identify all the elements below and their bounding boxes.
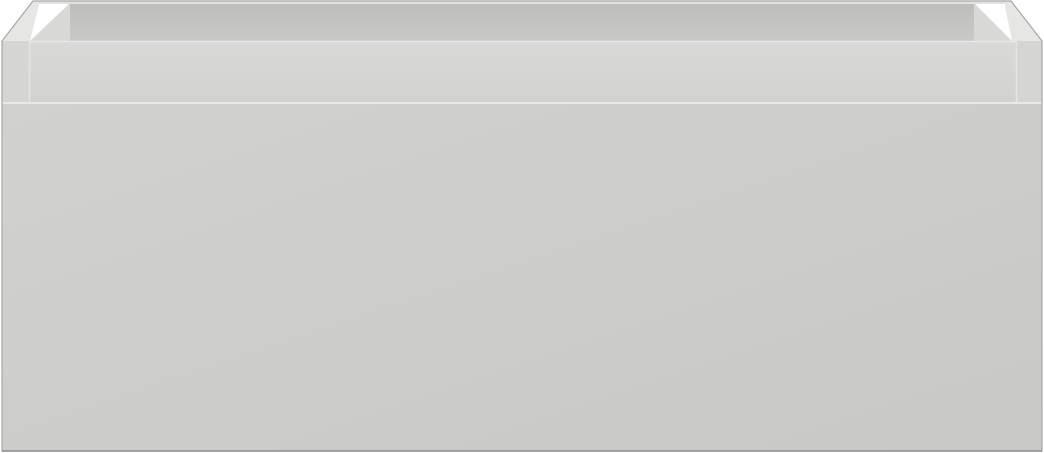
right-side-post — [1016, 41, 1042, 102]
left-wall-top — [2, 1, 40, 41]
drawer-cabinet — [1, 0, 1043, 452]
left-side-post — [2, 41, 30, 102]
drawer-inner-rim — [30, 41, 1016, 102]
drawer-cabinet-scene — [0, 0, 1044, 453]
drawer-interior — [70, 3, 974, 41]
right-wall-top — [1004, 1, 1042, 41]
drawer-front-panel — [2, 103, 1042, 451]
